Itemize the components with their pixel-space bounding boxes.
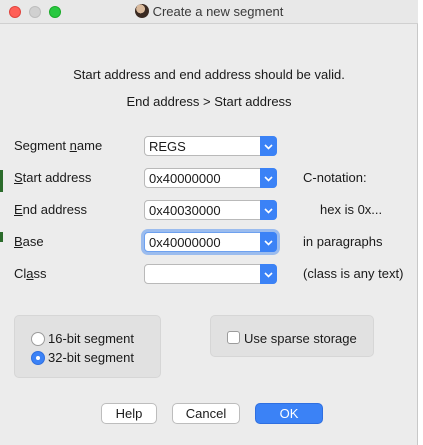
label-text: Segment — [14, 138, 70, 153]
hex-hint: hex is 0x... — [320, 202, 383, 217]
app-icon — [134, 4, 149, 18]
start-address-label: Start address — [14, 170, 91, 185]
end-address-combobox[interactable]: 0x40030000 — [144, 200, 277, 220]
dropdown-arrow-icon[interactable] — [260, 136, 277, 156]
segment-name-value: REGS — [149, 139, 186, 154]
label-text: Cl — [14, 266, 27, 281]
title-bar[interactable]: Create a new segment — [0, 0, 418, 24]
base-combobox[interactable]: 0x40000000 — [144, 232, 277, 252]
address-rule-message: End address > Start address — [126, 94, 292, 109]
option-16-bit-label[interactable]: 16-bit segment — [48, 331, 134, 346]
mnemonic-letter: n — [69, 138, 77, 153]
dialog-window: Create a new segment Start address and e… — [0, 0, 418, 445]
segment-name-combobox[interactable]: REGS — [144, 136, 277, 156]
mnemonic-letter: E — [14, 202, 23, 217]
label-text: tart address — [22, 170, 92, 185]
base-value: 0x40000000 — [149, 235, 221, 250]
mnemonic-letter: S — [14, 170, 23, 185]
segment-name-label: Segment name — [14, 138, 102, 153]
dropdown-arrow-icon[interactable] — [260, 264, 277, 284]
label-text: ss — [33, 266, 47, 281]
start-address-value: 0x40000000 — [149, 171, 221, 186]
label-text: ame — [76, 138, 103, 153]
radio-32-bit[interactable] — [31, 351, 45, 365]
mnemonic-letter: B — [14, 234, 23, 249]
end-address-value: 0x40030000 — [149, 203, 221, 218]
mnemonic-letter: a — [26, 266, 34, 281]
dropdown-arrow-icon[interactable] — [260, 200, 277, 220]
left-edge-marker — [0, 170, 3, 192]
option-32-bit-label[interactable]: 32-bit segment — [48, 350, 134, 365]
help-button[interactable]: Help — [101, 403, 157, 424]
window-title-area: Create a new segment — [0, 4, 418, 19]
ok-button[interactable]: OK — [255, 403, 323, 424]
validation-message: Start address and end address should be … — [73, 67, 345, 82]
start-address-combobox[interactable]: 0x40000000 — [144, 168, 277, 188]
cancel-button[interactable]: Cancel — [172, 403, 240, 424]
label-text: nd address — [22, 202, 87, 217]
bitness-group — [14, 315, 161, 378]
dropdown-arrow-icon[interactable] — [260, 232, 277, 252]
radio-16-bit[interactable] — [31, 332, 45, 346]
class-combobox[interactable] — [144, 264, 277, 284]
base-label: Base — [14, 234, 44, 249]
sparse-storage-label[interactable]: Use sparse storage — [244, 331, 357, 346]
left-edge-marker — [0, 232, 3, 242]
class-label: Class — [14, 266, 47, 281]
window-title: Create a new segment — [152, 4, 284, 19]
label-text: ase — [22, 234, 44, 249]
end-address-label: End address — [14, 202, 87, 217]
dropdown-arrow-icon[interactable] — [260, 168, 277, 188]
sparse-storage-checkbox[interactable] — [227, 331, 240, 344]
c-notation-hint: C-notation: — [303, 170, 367, 185]
paragraphs-hint: in paragraphs — [303, 234, 383, 249]
class-hint: (class is any text) — [303, 266, 404, 281]
